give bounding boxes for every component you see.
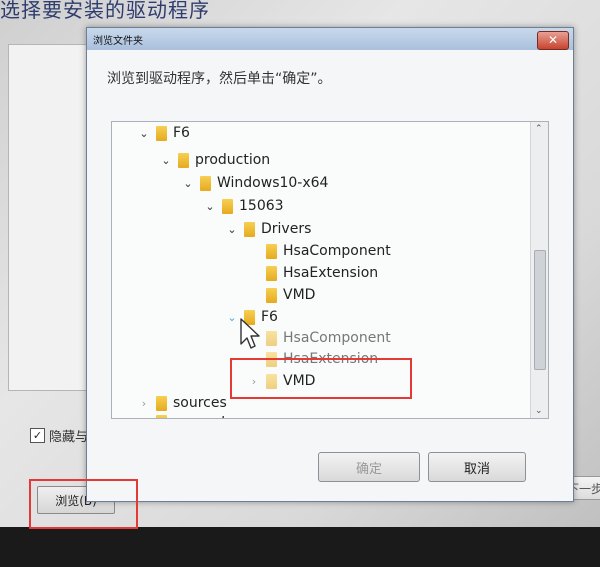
scroll-down-icon[interactable]: ⌄: [535, 406, 543, 416]
folder-icon: [266, 287, 277, 303]
folder-icon: [266, 330, 277, 346]
scrollbar-thumb[interactable]: [534, 250, 546, 370]
folder-icon: [200, 175, 211, 191]
highlight-box-browse: [29, 479, 138, 529]
tree-item-production[interactable]: ⌄ production: [160, 149, 270, 171]
tree-item-label: Windows10-x64: [217, 175, 329, 191]
wizard-title: 选择要安装的驱动程序: [0, 0, 210, 22]
tree-item-15063[interactable]: ⌄ 15063: [204, 195, 284, 217]
dialog-titlebar: 浏览文件夹 ✕: [87, 28, 573, 50]
folder-icon: [266, 265, 277, 281]
tree-item-label: HsaExtension: [283, 265, 379, 281]
checkbox-box[interactable]: ✓: [30, 428, 45, 443]
tree-item-label: production: [195, 152, 271, 168]
tree-item-label: F6: [261, 309, 278, 325]
tree-item-vmd[interactable]: VMD: [248, 284, 315, 306]
chevron-right-icon[interactable]: ›: [138, 397, 150, 410]
tree-item-f6[interactable]: ⌄ F6: [138, 122, 190, 144]
tree-item-label: HsaComponent: [283, 243, 391, 259]
folder-icon: [222, 198, 233, 214]
tree-item-label: Drivers: [261, 221, 312, 237]
screen-bottom-bezel: [0, 527, 600, 567]
chevron-down-icon[interactable]: ⌄: [138, 127, 150, 140]
tree-item-drivers[interactable]: ⌄ Drivers: [226, 218, 311, 240]
chevron-down-icon[interactable]: ⌄: [226, 223, 238, 236]
chevron-down-icon[interactable]: ⌄: [182, 177, 194, 190]
tree-item-label: support: [173, 414, 227, 418]
tree-item-label: sources: [173, 395, 227, 411]
chevron-down-icon[interactable]: ⌄: [160, 154, 172, 167]
tree-item-hsaextension[interactable]: HsaExtension: [248, 262, 378, 284]
mouse-cursor-icon: [240, 318, 260, 349]
cancel-button[interactable]: 取消: [428, 452, 526, 482]
ok-button[interactable]: 确定: [318, 452, 420, 482]
browse-folder-dialog: 浏览文件夹 ✕ 浏览到驱动程序，然后单击“确定”。 ⌄ F6 ⌄ product…: [86, 27, 574, 502]
chevron-down-icon[interactable]: ⌄: [226, 311, 238, 324]
tree-item-label: 15063: [239, 198, 284, 214]
chevron-right-icon[interactable]: ›: [138, 416, 150, 419]
tree-item-label: HsaComponent: [283, 330, 391, 346]
tree-item-support[interactable]: › support: [138, 411, 227, 419]
dialog-title: 浏览文件夹: [93, 36, 143, 47]
folder-icon: [244, 221, 255, 237]
tree-item-hsacomponent[interactable]: HsaComponent: [248, 240, 391, 262]
dialog-instruction: 浏览到驱动程序，然后单击“确定”。: [107, 71, 332, 87]
folder-icon: [178, 152, 189, 168]
folder-icon: [156, 414, 167, 418]
folder-icon: [156, 125, 167, 141]
tree-item-hsacomponent-2[interactable]: HsaComponent: [248, 327, 391, 349]
close-icon[interactable]: ✕: [537, 31, 569, 50]
highlight-box-vmd: [230, 358, 412, 399]
tree-item-label: VMD: [283, 287, 316, 303]
chevron-down-icon[interactable]: ⌄: [204, 200, 216, 213]
scroll-up-icon[interactable]: ⌃: [535, 124, 543, 134]
tree-item-label: F6: [173, 125, 190, 141]
folder-icon: [156, 395, 167, 411]
folder-icon: [266, 243, 277, 259]
tree-item-windows10-x64[interactable]: ⌄ Windows10-x64: [182, 172, 328, 194]
tree-scrollbar[interactable]: ⌃ ⌄: [530, 122, 548, 418]
